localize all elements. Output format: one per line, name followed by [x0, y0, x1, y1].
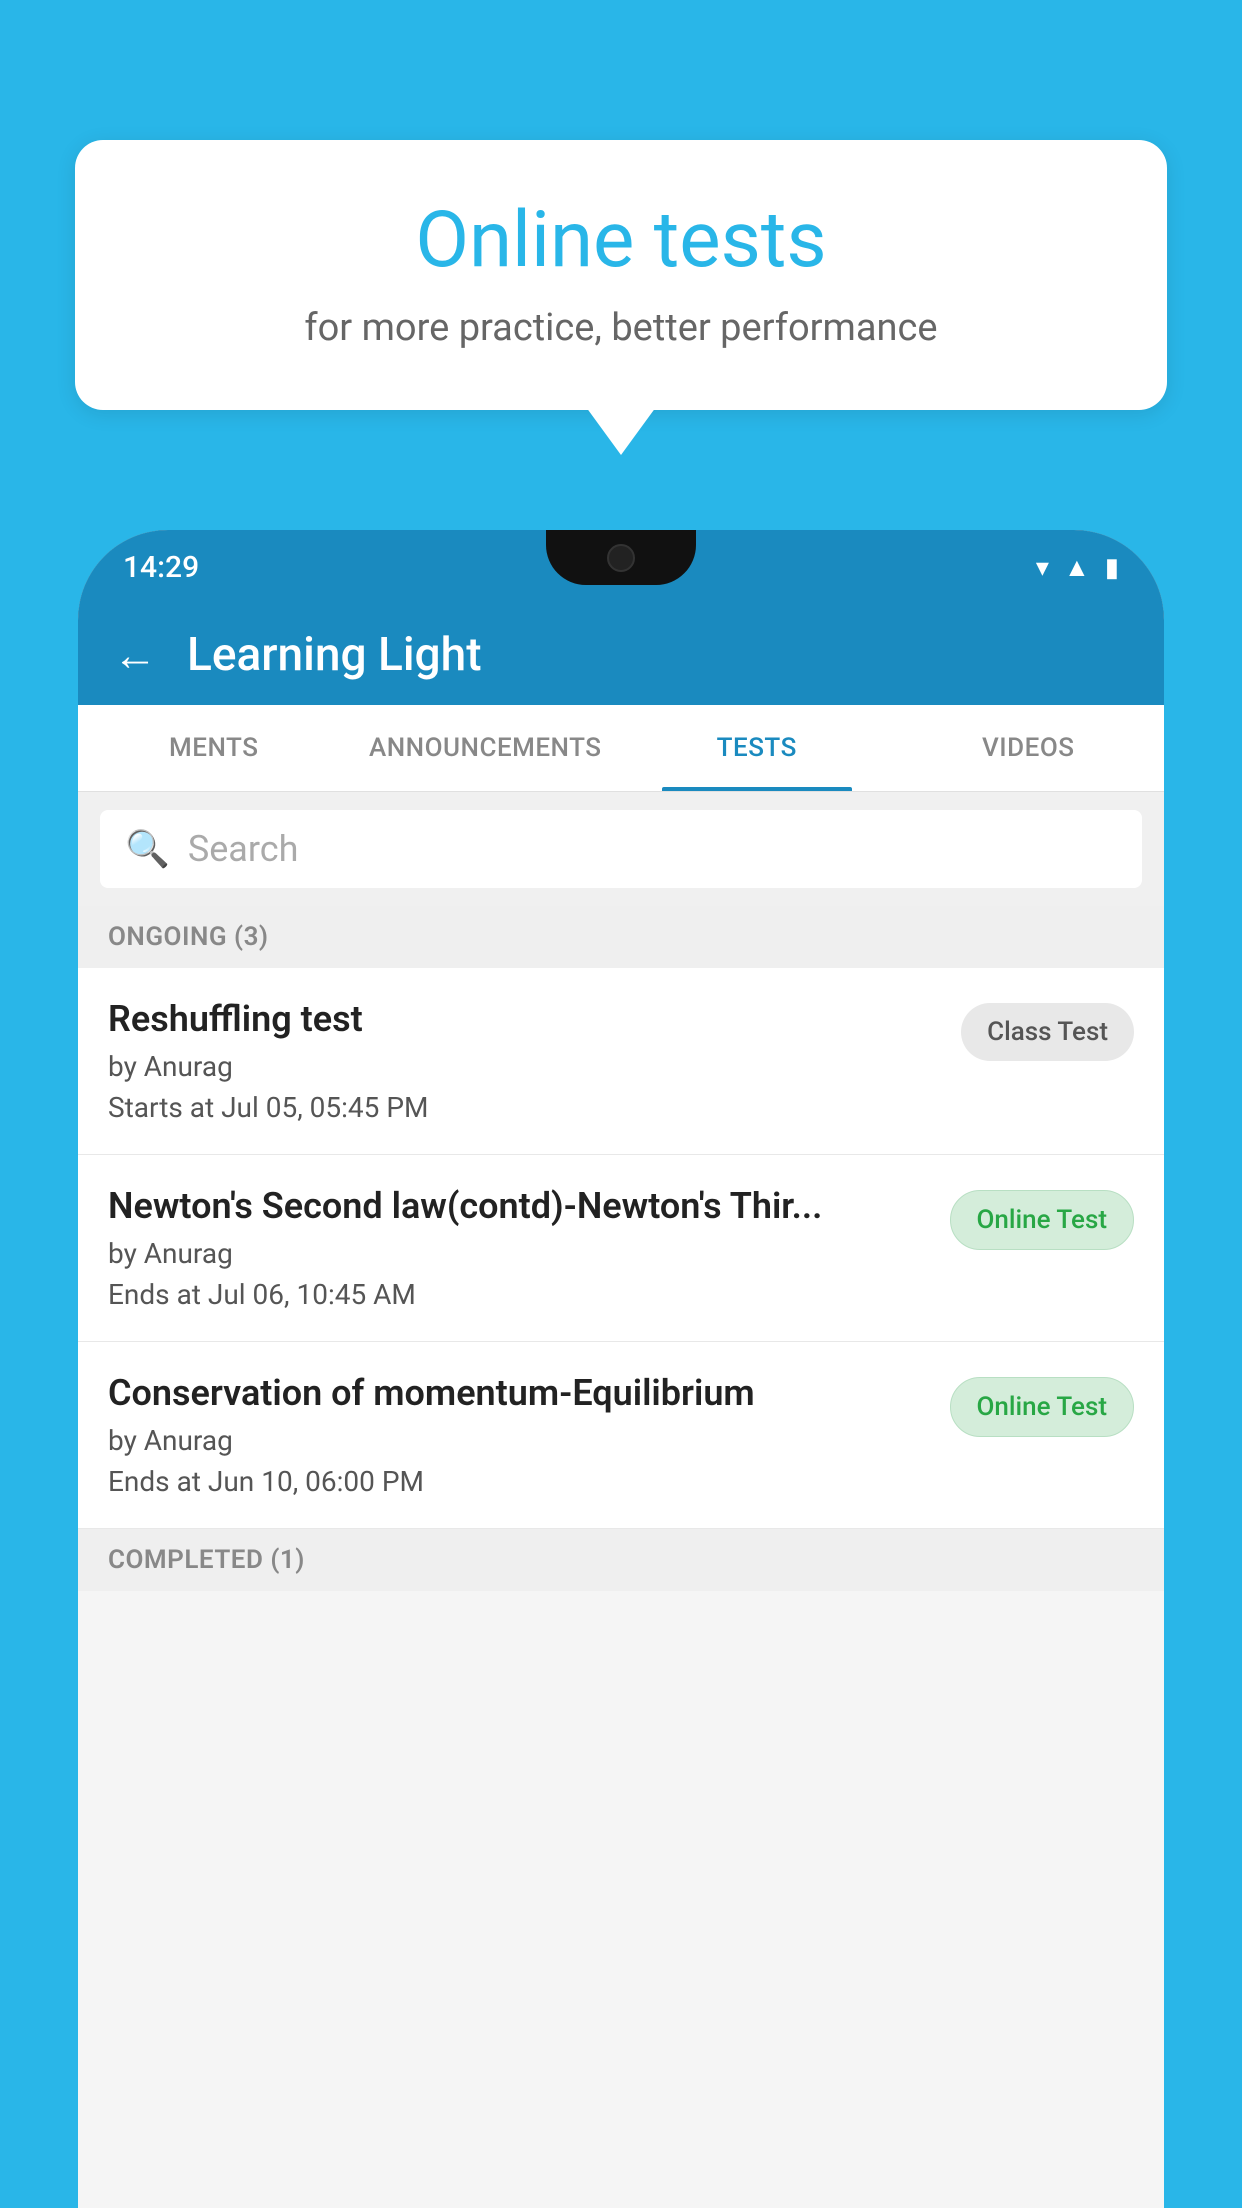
test-author: by Anurag — [108, 1237, 930, 1270]
test-date: Starts at Jul 05, 05:45 PM — [108, 1091, 941, 1124]
battery-icon: ▮ — [1105, 553, 1119, 583]
tab-ments[interactable]: MENTS — [78, 705, 350, 791]
notch-camera — [607, 544, 635, 572]
test-badge-online: Online Test — [950, 1377, 1135, 1437]
app-header: ← Learning Light — [78, 605, 1164, 705]
status-bar: 14:29 ▾ ▲ ▮ — [78, 530, 1164, 605]
test-author: by Anurag — [108, 1050, 941, 1083]
test-item[interactable]: Reshuffling test by Anurag Starts at Jul… — [78, 968, 1164, 1155]
tab-videos[interactable]: VIDEOS — [893, 705, 1165, 791]
test-info: Newton's Second law(contd)-Newton's Thir… — [108, 1185, 930, 1311]
test-name: Reshuffling test — [108, 998, 941, 1040]
tab-announcements[interactable]: ANNOUNCEMENTS — [350, 705, 622, 791]
test-name: Conservation of momentum-Equilibrium — [108, 1372, 930, 1414]
bubble-subtitle: for more practice, better performance — [135, 306, 1107, 350]
test-author: by Anurag — [108, 1424, 930, 1457]
phone-screen: 14:29 ▾ ▲ ▮ ← Learning Light MENTS ANNOU… — [78, 530, 1164, 2208]
speech-bubble: Online tests for more practice, better p… — [75, 140, 1167, 410]
search-icon: 🔍 — [125, 828, 170, 870]
search-placeholder: Search — [188, 828, 299, 870]
test-date: Ends at Jul 06, 10:45 AM — [108, 1278, 930, 1311]
phone-notch — [546, 530, 696, 585]
status-icons: ▾ ▲ ▮ — [1036, 552, 1119, 583]
search-box[interactable]: 🔍 Search — [100, 810, 1142, 888]
test-badge-class: Class Test — [961, 1003, 1134, 1061]
tabs-bar: MENTS ANNOUNCEMENTS TESTS VIDEOS — [78, 705, 1164, 792]
phone-frame: 14:29 ▾ ▲ ▮ ← Learning Light MENTS ANNOU… — [78, 530, 1164, 2208]
test-item[interactable]: Conservation of momentum-Equilibrium by … — [78, 1342, 1164, 1529]
test-info: Conservation of momentum-Equilibrium by … — [108, 1372, 930, 1498]
completed-section-header: COMPLETED (1) — [78, 1529, 1164, 1591]
test-name: Newton's Second law(contd)-Newton's Thir… — [108, 1185, 930, 1227]
wifi-icon: ▾ — [1036, 553, 1049, 583]
signal-icon: ▲ — [1064, 552, 1090, 583]
test-badge-online: Online Test — [950, 1190, 1135, 1250]
ongoing-section-header: ONGOING (3) — [78, 906, 1164, 968]
test-info: Reshuffling test by Anurag Starts at Jul… — [108, 998, 941, 1124]
test-item[interactable]: Newton's Second law(contd)-Newton's Thir… — [78, 1155, 1164, 1342]
test-date: Ends at Jun 10, 06:00 PM — [108, 1465, 930, 1498]
status-time: 14:29 — [123, 550, 199, 585]
app-title: Learning Light — [187, 628, 482, 682]
bubble-title: Online tests — [135, 195, 1107, 286]
tab-tests[interactable]: TESTS — [621, 705, 893, 791]
back-button[interactable]: ← — [113, 629, 157, 681]
search-container: 🔍 Search — [78, 792, 1164, 906]
